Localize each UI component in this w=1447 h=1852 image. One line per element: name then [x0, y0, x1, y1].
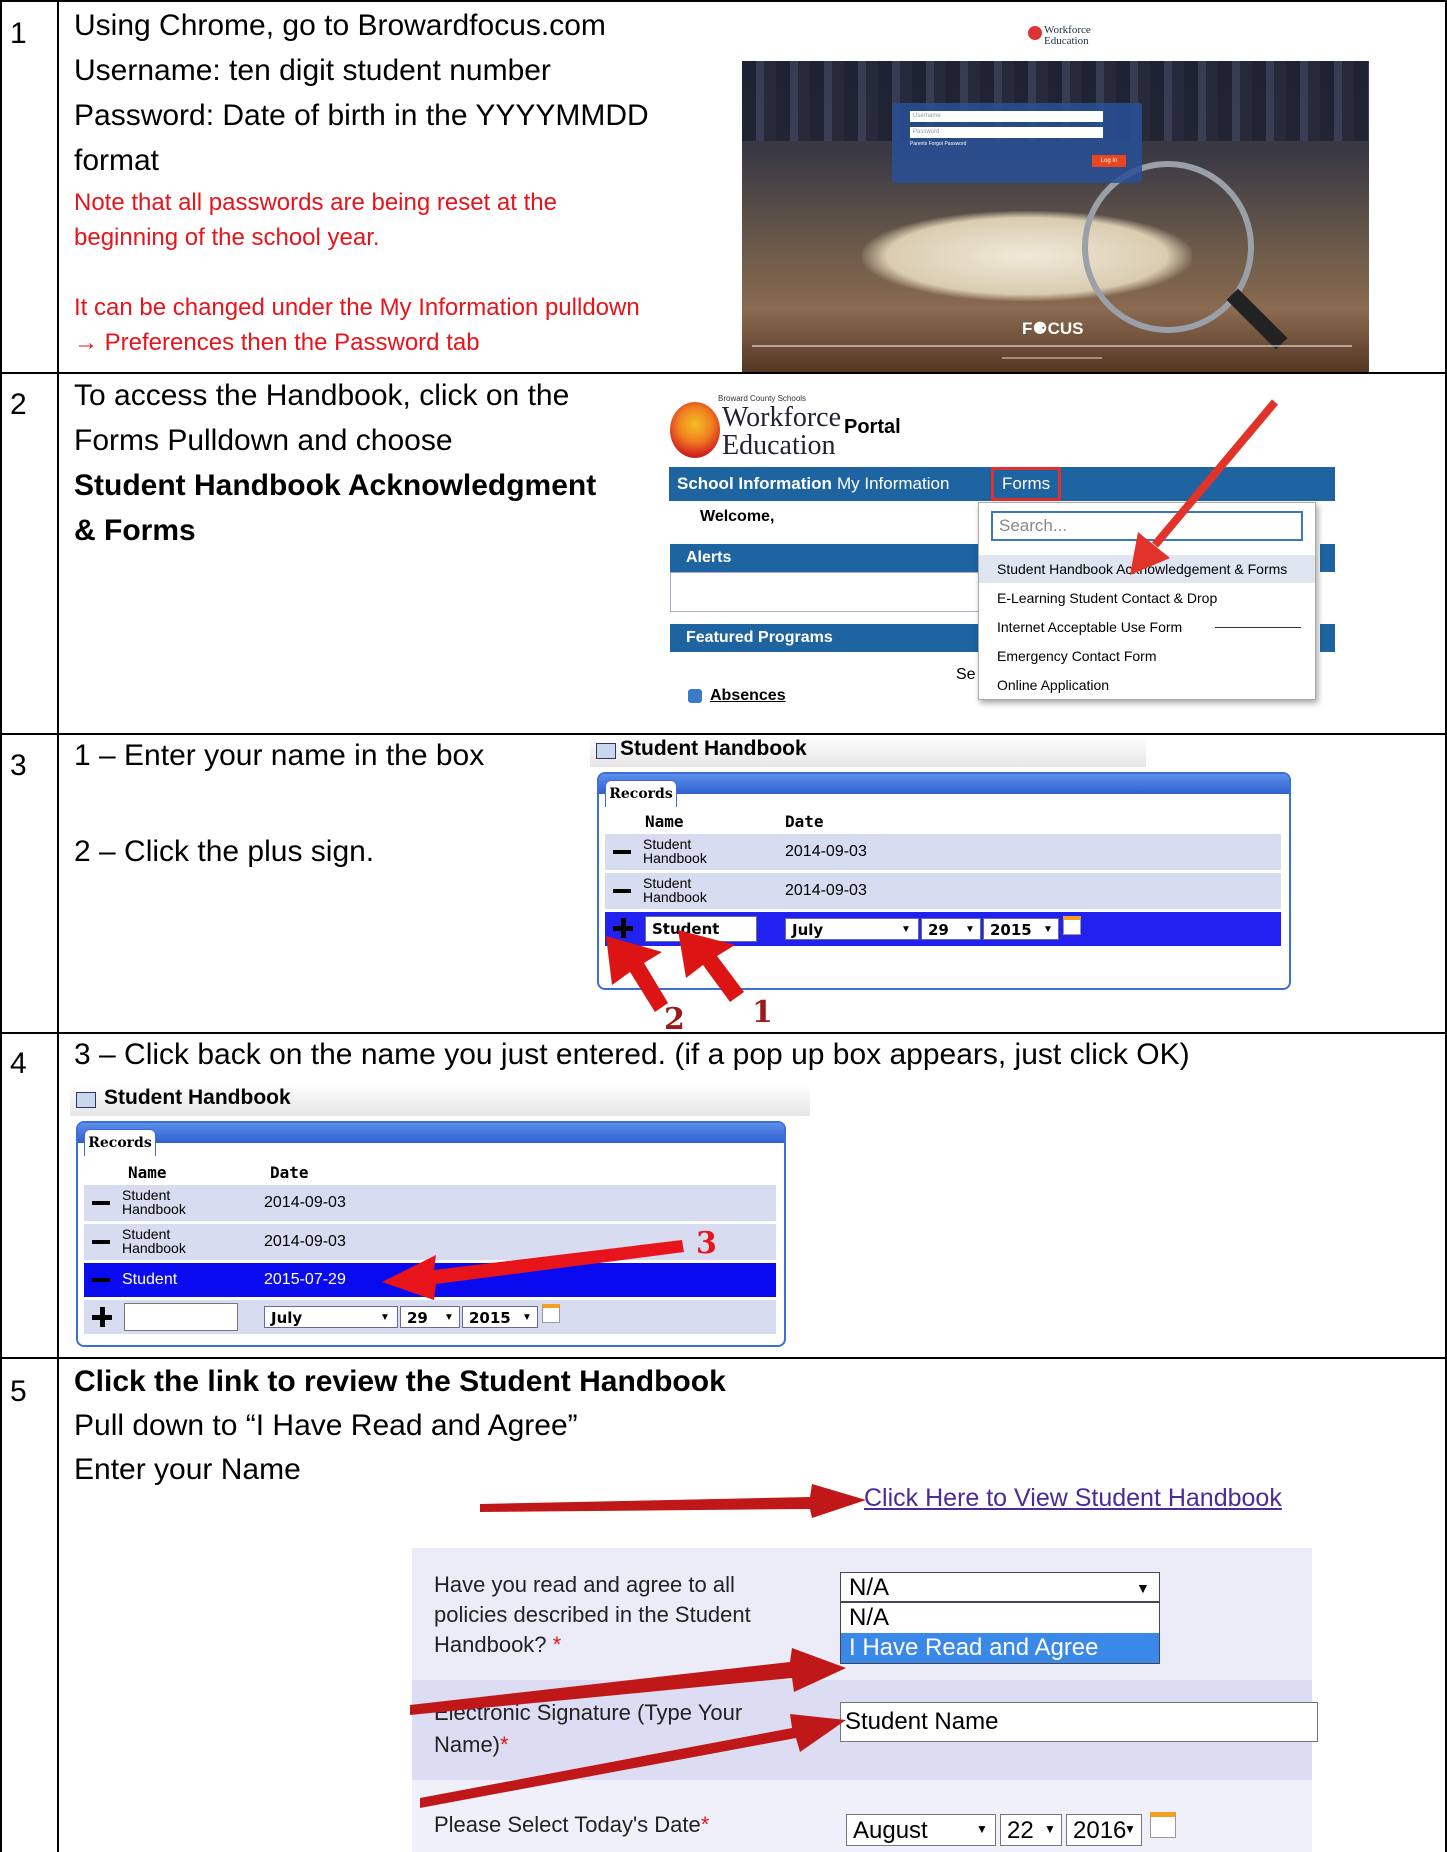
step5-arrows [410, 1484, 866, 1808]
arrow-to-signature [420, 1714, 846, 1808]
arrow-to-link [480, 1484, 866, 1518]
arrow-to-option [410, 1648, 846, 1715]
